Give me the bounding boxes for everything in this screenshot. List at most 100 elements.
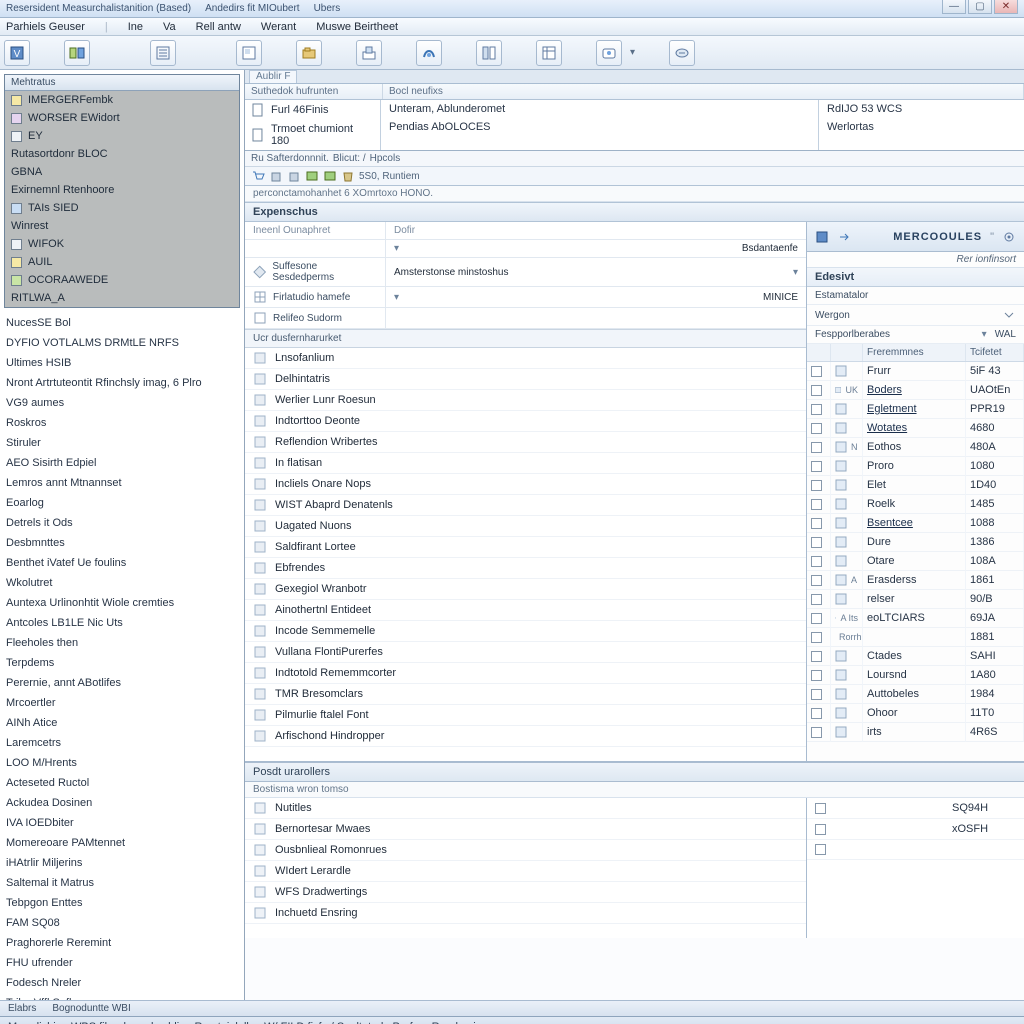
tool-button[interactable] [236,40,262,66]
side-item[interactable]: Perernie, annt ABotlifes [6,674,244,694]
table-row[interactable]: xOSFH [807,819,1024,840]
tool-button[interactable] [596,40,622,66]
prop-dropdown[interactable]: Amsterstonse minstoshus▾ [385,258,806,286]
row-name[interactable]: Boders [867,384,902,396]
menu-item[interactable]: Rell antw [196,21,241,33]
list-item[interactable]: Nutitles [245,798,806,819]
list-item[interactable]: Delhintatris [245,369,806,390]
cart-icon[interactable] [251,169,265,183]
side-item[interactable]: Fodesch Nreler [6,974,244,994]
side-item[interactable]: Lemros annt Mtnannset [6,474,244,494]
side-item[interactable]: iHAtrlir Miljerins [6,854,244,874]
row-name[interactable]: Ctades [867,650,902,662]
side-item[interactable]: Desbmnttes [6,534,244,554]
checkbox[interactable] [815,824,826,835]
maximize-button[interactable]: ▢ [968,0,992,14]
side-item[interactable]: Fleeholes then [6,634,244,654]
row-name[interactable]: Auttobeles [867,688,919,700]
nav-item[interactable]: EY [5,127,239,145]
menu-item[interactable]: Ine [128,21,143,33]
list-item[interactable]: Uagated Nuons [245,516,806,537]
checkbox[interactable] [811,670,822,681]
tool-dropdown[interactable]: ▾ [630,47,635,58]
side-item[interactable]: Stiruler [6,434,244,454]
tool-button[interactable] [416,40,442,66]
nav-item[interactable]: RITLWA_A [5,289,239,307]
list-item[interactable]: Ousbnlieal Romonrues [245,840,806,861]
gear-icon[interactable] [1002,230,1016,244]
prop-dropdown[interactable]: ▾Bsdantaenfe [385,240,806,257]
row-name[interactable]: Bsentcee [867,517,913,529]
prop-dropdown[interactable]: ▾MINICE [385,287,806,307]
list-item[interactable]: Reflendion Wribertes [245,432,806,453]
row-name[interactable]: Otare [867,555,895,567]
row-name[interactable]: Roelk [867,498,895,510]
row-name[interactable]: Dure [867,536,891,548]
list-item[interactable]: Vullana FlontiPurerfes [245,642,806,663]
side-item[interactable]: IVA IOEDbiter [6,814,244,834]
side-item[interactable]: Detrels it Ods [6,514,244,534]
minimize-button[interactable]: — [942,0,966,14]
menu-item[interactable]: Parhiels Geuser [6,21,85,33]
checkbox[interactable] [811,556,822,567]
side-item[interactable]: Nront Artrtuteontit Rfinchsly imag, 6 Pl… [6,374,244,394]
list-item[interactable]: Incode Semmemelle [245,621,806,642]
row-name[interactable]: Eothos [867,441,901,453]
table-row[interactable]: SQ94H [807,798,1024,819]
side-item[interactable]: Praghorerle Reremint [6,934,244,954]
checkbox[interactable] [811,461,822,472]
list-item[interactable]: WFS Dradwertings [245,882,806,903]
list-item[interactable]: Saldfirant Lortee [245,537,806,558]
nav-item[interactable]: AUIL [5,253,239,271]
side-item[interactable]: Antcoles LB1LE Nic Uts [6,614,244,634]
row-name[interactable]: Elet [867,479,886,491]
list-item[interactable]: Bernortesar Mwaes [245,819,806,840]
row-name[interactable]: Frurr [867,365,891,377]
checkbox[interactable] [811,480,822,491]
nav-item[interactable]: Winrest [5,217,239,235]
list-item[interactable]: Pilmurlie ftalel Font [245,705,806,726]
list-item[interactable]: Gexegiol Wranbotr [245,579,806,600]
side-item[interactable]: FHU ufrender [6,954,244,974]
side-item[interactable]: Eoarlog [6,494,244,514]
nav-item[interactable]: WORSER EWidort [5,109,239,127]
checkbox[interactable] [811,727,822,738]
checkbox[interactable] [811,613,822,624]
list-item[interactable]: Incliels Onare Nops [245,474,806,495]
side-item[interactable]: DYFIO VOTLALMS DRMtLE NRFS [6,334,244,354]
list-item[interactable]: In flatisan [245,453,806,474]
row-name[interactable]: Erasderss [867,574,917,586]
checkbox[interactable] [811,499,822,510]
list-item[interactable]: Lnsofanlium [245,348,806,369]
side-item[interactable]: Ultimes HSIB [6,354,244,374]
checkbox[interactable] [811,632,822,643]
menu-item[interactable]: Werant [261,21,296,33]
list-item[interactable]: TMR Bresomclars [245,684,806,705]
side-item[interactable]: Saltemal it Matrus [6,874,244,894]
checkbox[interactable] [815,803,826,814]
tool-button[interactable] [64,40,90,66]
checkbox[interactable] [811,689,822,700]
close-button[interactable]: ✕ [994,0,1018,14]
list-item[interactable]: Ainothertnl Entideet [245,600,806,621]
row-name[interactable]: Loursnd [867,669,907,681]
tab[interactable]: Aublir F [249,70,297,83]
checkbox[interactable] [811,594,822,605]
tool-button[interactable] [536,40,562,66]
list-item[interactable]: WIST Abaprd Denatenls [245,495,806,516]
trash-icon[interactable] [269,169,283,183]
side-item[interactable]: LOO M/Hrents [6,754,244,774]
side-item[interactable]: Roskros [6,414,244,434]
table-row[interactable] [807,840,1024,860]
side-item[interactable]: Laremcetrs [6,734,244,754]
list-item[interactable]: Indtorttoo Deonte [245,411,806,432]
row-name[interactable]: eoLTCIARS [867,612,925,624]
tool-button[interactable] [476,40,502,66]
bucket-icon[interactable] [341,169,355,183]
side-item[interactable]: VG9 aumes [6,394,244,414]
list-item[interactable]: Indtotold Rememmcorter [245,663,806,684]
checkbox[interactable] [811,423,822,434]
inspector-row[interactable]: Fespporlberabes▾WAL [807,326,1024,344]
side-item[interactable]: Trihn Vffl Soflus [6,994,244,1000]
row-name[interactable]: Proro [867,460,894,472]
